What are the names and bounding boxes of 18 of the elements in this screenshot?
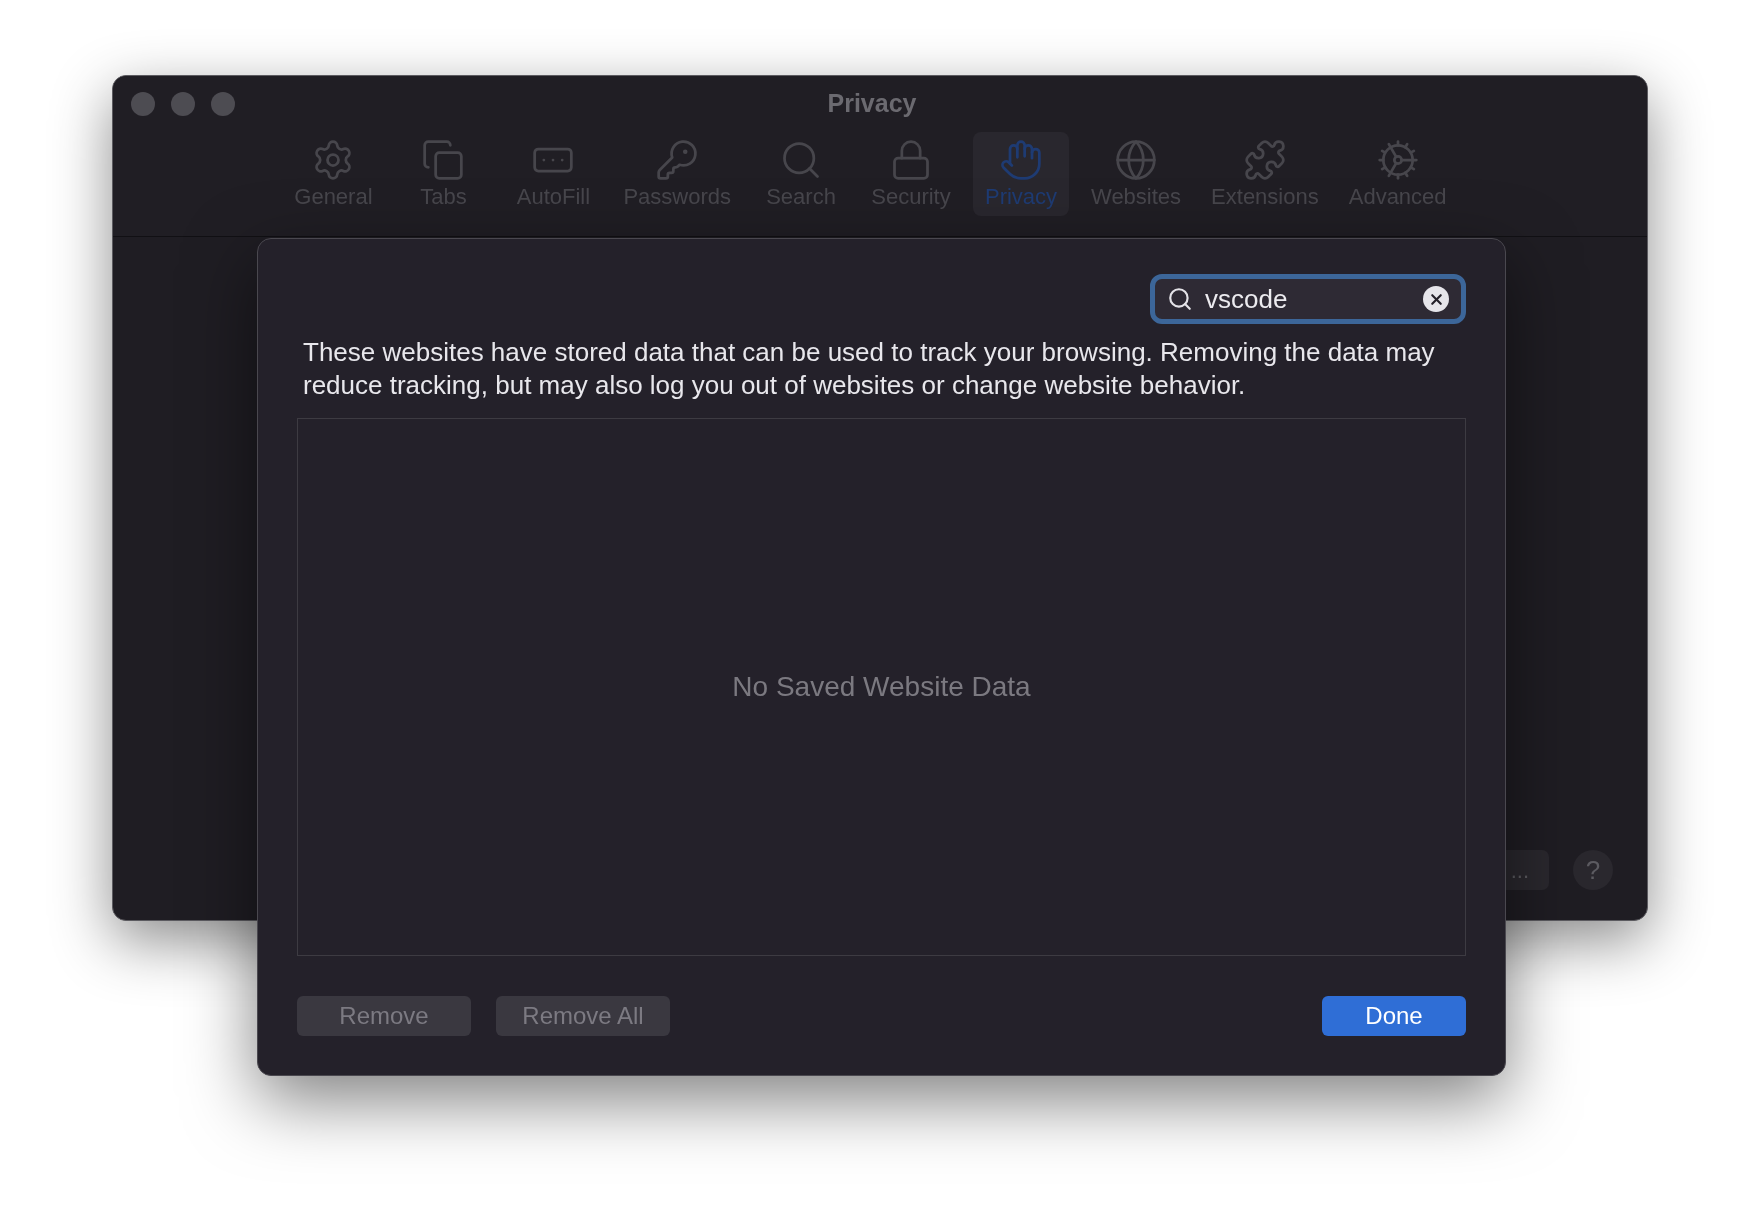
overlapping-squares-icon — [421, 138, 466, 182]
clear-search-icon[interactable] — [1423, 286, 1449, 312]
empty-list-text: No Saved Website Data — [732, 670, 1031, 704]
search-text[interactable]: vscode — [1205, 279, 1411, 319]
hand-icon — [999, 138, 1043, 182]
key-icon — [655, 138, 700, 182]
done-button[interactable]: Done — [1322, 996, 1466, 1036]
search-field[interactable]: vscode — [1150, 274, 1466, 324]
help-button[interactable]: ? — [1573, 850, 1613, 890]
window-title: Privacy — [827, 88, 917, 120]
search-icon — [1167, 286, 1193, 312]
puzzle-piece-icon — [1242, 138, 1287, 182]
globe-icon — [1114, 138, 1159, 182]
minimize-window-button[interactable] — [171, 92, 195, 116]
zoom-window-button[interactable] — [211, 92, 235, 116]
description-text: These websites have stored data that can be used to track your browsing. Removing the data may reduce tracking, but may also log you out of websites or change website behavior. — [302, 336, 1436, 402]
close-window-button[interactable] — [131, 92, 155, 116]
toolbar-tab[interactable]: Privacy — [973, 132, 1069, 216]
